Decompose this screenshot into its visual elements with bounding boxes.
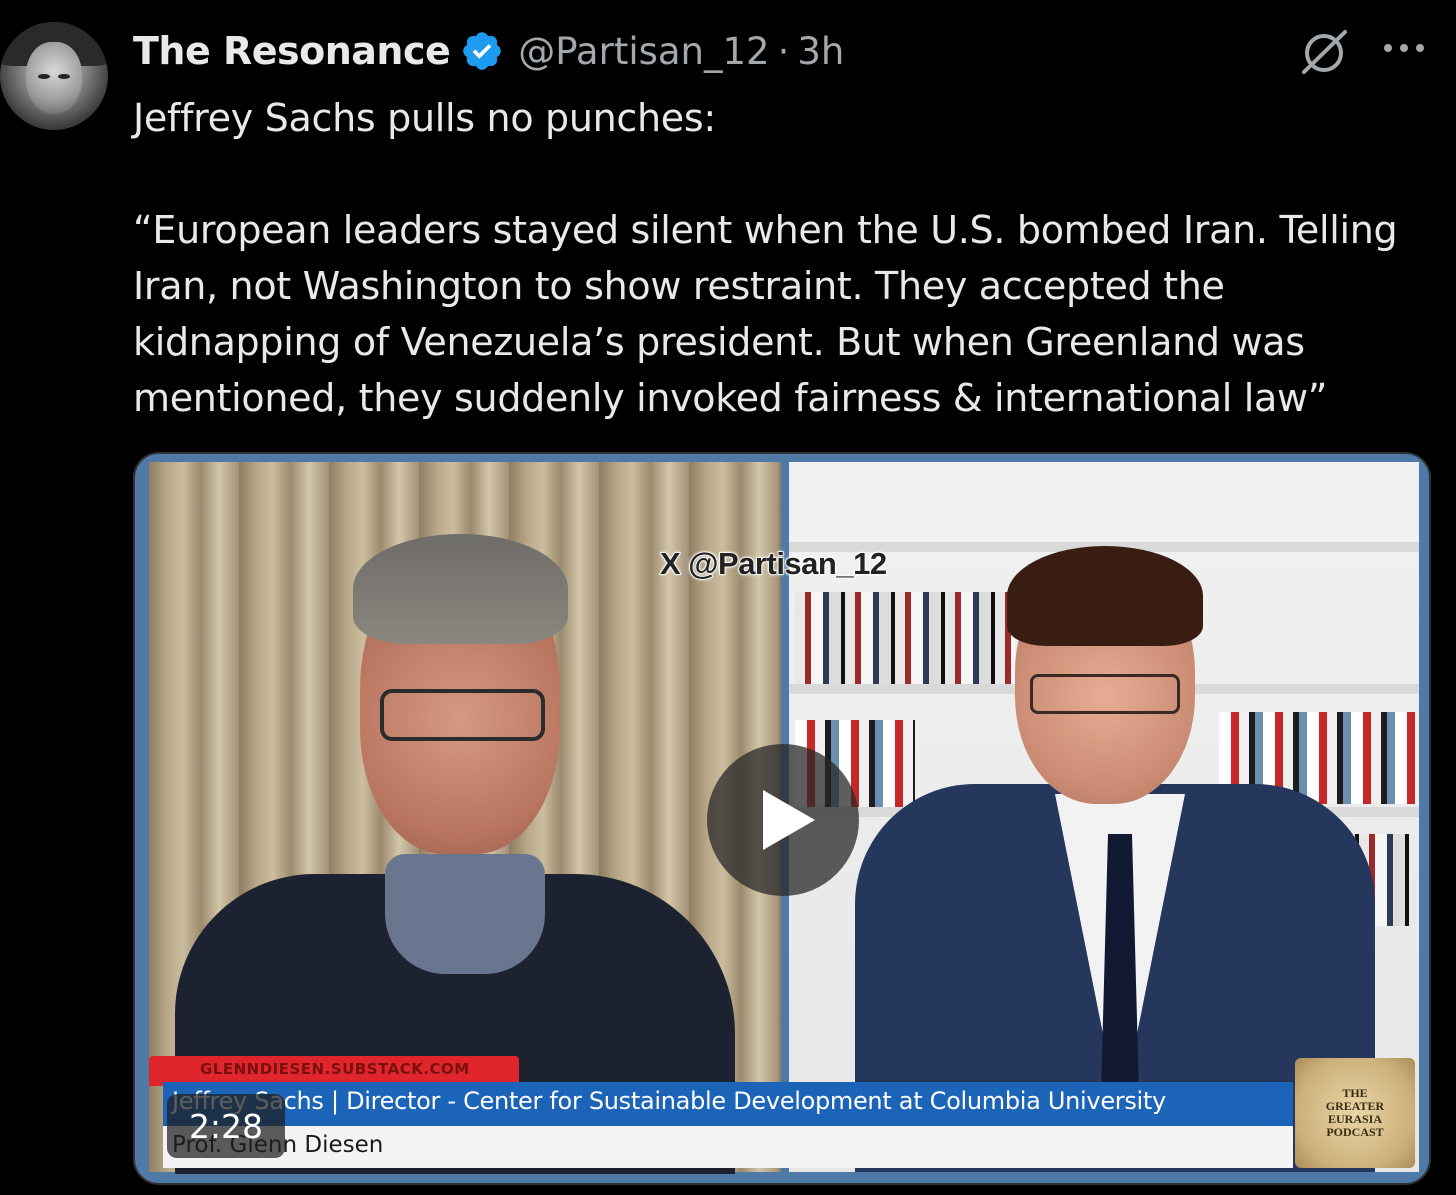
post-timestamp[interactable]: 3h: [797, 30, 844, 73]
lower-third-site: GLENNDIESEN.SUBSTACK.COM: [200, 1060, 470, 1078]
verified-badge-icon: [460, 29, 504, 73]
more-options-icon[interactable]: [1380, 28, 1428, 68]
post-text: Jeffrey Sachs pulls no punches: “Europea…: [133, 96, 1398, 420]
header-separator: ·: [777, 29, 790, 73]
lower-third-title: Jeffrey Sachs | Director - Center for Su…: [172, 1087, 1166, 1115]
author-display-name[interactable]: The Resonance: [133, 29, 451, 73]
author-handle[interactable]: @Partisan_12: [518, 30, 769, 73]
video-player[interactable]: X @Partisan_12 GLENNDIESEN.SUBSTACK.COM …: [133, 452, 1431, 1185]
grok-icon[interactable]: [1298, 28, 1352, 76]
video-watermark: X @Partisan_12: [659, 545, 888, 582]
video-duration-badge: 2:28: [167, 1094, 285, 1158]
play-button-icon[interactable]: [707, 744, 859, 896]
podcast-logo: THE GREATER EURASIA PODCAST: [1295, 1058, 1415, 1168]
author-avatar[interactable]: [0, 22, 108, 130]
avatar-face: [26, 42, 82, 114]
post-header: The Resonance @Partisan_12 · 3h: [133, 26, 844, 76]
